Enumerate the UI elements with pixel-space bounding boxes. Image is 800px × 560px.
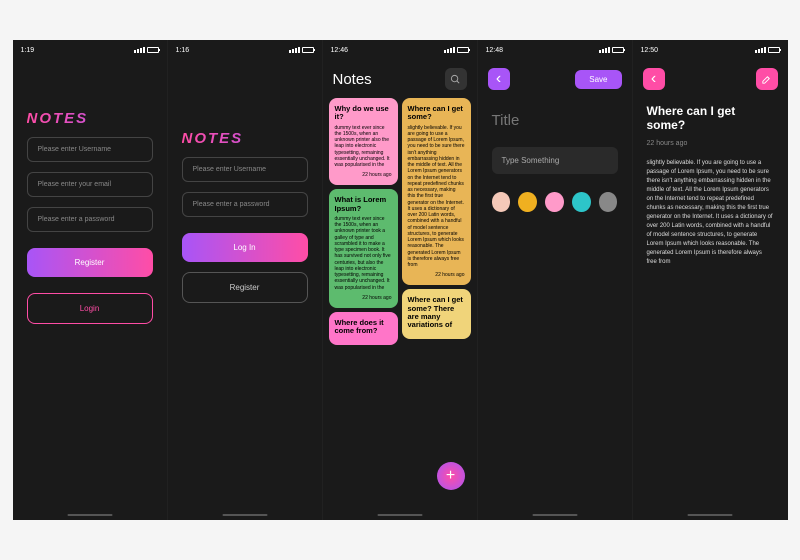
note-timestamp: 22 hours ago — [408, 272, 465, 278]
back-button[interactable]: ‹ — [643, 68, 665, 90]
search-icon — [450, 74, 461, 85]
color-swatch-pink[interactable] — [545, 192, 564, 212]
password-field[interactable]: Please enter a password — [27, 207, 153, 232]
signal-icon — [599, 47, 610, 53]
back-button[interactable]: ‹ — [488, 68, 510, 90]
note-body: slightly believable. If you are going to… — [647, 159, 774, 267]
register-link-button[interactable]: Register — [182, 272, 308, 303]
register-button[interactable]: Register — [27, 248, 153, 277]
username-field[interactable]: Please enter Username — [182, 157, 308, 182]
note-body: slightly believable. If you are going to… — [408, 125, 465, 269]
note-card[interactable]: Where can I get some? slightly believabl… — [402, 98, 471, 285]
home-indicator — [532, 514, 577, 516]
email-field[interactable]: Please enter your email — [27, 172, 153, 197]
chevron-left-icon: ‹ — [651, 70, 656, 88]
battery-icon — [302, 47, 314, 53]
save-button[interactable]: Save — [575, 70, 621, 89]
home-indicator — [688, 514, 733, 516]
status-bar: 1:16 — [168, 40, 322, 60]
status-bar: 1:19 — [13, 40, 167, 60]
login-link-button[interactable]: Login — [27, 293, 153, 324]
signal-icon — [134, 47, 145, 53]
page-title: Notes — [333, 71, 372, 88]
password-field[interactable]: Please enter a password — [182, 192, 308, 217]
login-button[interactable]: Log In — [182, 233, 308, 262]
note-timestamp: 22 hours ago — [335, 295, 392, 301]
note-timestamp: 22 hours ago — [647, 140, 774, 147]
home-indicator — [222, 514, 267, 516]
edit-icon — [761, 74, 772, 85]
battery-icon — [768, 47, 780, 53]
note-body: dummy text ever since the 1500s, when an… — [335, 125, 392, 169]
title-input[interactable]: Title — [492, 112, 618, 129]
note-card[interactable]: Where can I get some? There are many var… — [402, 289, 471, 339]
note-timestamp: 22 hours ago — [335, 172, 392, 178]
home-indicator — [67, 514, 112, 516]
color-swatch-gray[interactable] — [599, 192, 618, 212]
search-button[interactable] — [445, 68, 467, 90]
battery-icon — [612, 47, 624, 53]
username-field[interactable]: Please enter Username — [27, 137, 153, 162]
status-bar: 12:48 — [478, 40, 632, 60]
status-bar: 12:50 — [633, 40, 788, 60]
status-bar: 12:46 — [323, 40, 477, 60]
note-title: Where does it come from? — [335, 319, 392, 336]
status-time: 1:16 — [176, 47, 190, 54]
status-time: 12:48 — [486, 47, 504, 54]
chevron-left-icon: ‹ — [496, 70, 501, 88]
app-logo: NOTES — [182, 130, 308, 147]
body-input[interactable]: Type Something — [492, 147, 618, 174]
note-body: dummy text ever since the 1500s, when an… — [335, 216, 392, 291]
battery-icon — [147, 47, 159, 53]
signal-icon — [289, 47, 300, 53]
note-title: What is Lorem Ipsum? — [335, 196, 392, 213]
note-title: Why do we use it? — [335, 105, 392, 122]
status-time: 12:46 — [331, 47, 349, 54]
color-picker — [492, 192, 618, 212]
edit-button[interactable] — [756, 68, 778, 90]
color-swatch-teal[interactable] — [572, 192, 591, 212]
color-swatch-yellow[interactable] — [518, 192, 537, 212]
signal-icon — [755, 47, 766, 53]
add-note-button[interactable]: + — [437, 462, 465, 490]
color-swatch-peach[interactable] — [492, 192, 511, 212]
plus-icon: + — [446, 467, 455, 485]
status-time: 12:50 — [641, 47, 659, 54]
signal-icon — [444, 47, 455, 53]
note-title: Where can I get some? — [647, 104, 774, 132]
note-card[interactable]: What is Lorem Ipsum? dummy text ever sin… — [329, 189, 398, 308]
home-indicator — [377, 514, 422, 516]
battery-icon — [457, 47, 469, 53]
note-title: Where can I get some? There are many var… — [408, 296, 465, 329]
note-card[interactable]: Where does it come from? — [329, 312, 398, 346]
app-logo: NOTES — [27, 110, 153, 127]
note-title: Where can I get some? — [408, 105, 465, 122]
note-card[interactable]: Why do we use it? dummy text ever since … — [329, 98, 398, 185]
status-time: 1:19 — [21, 47, 35, 54]
